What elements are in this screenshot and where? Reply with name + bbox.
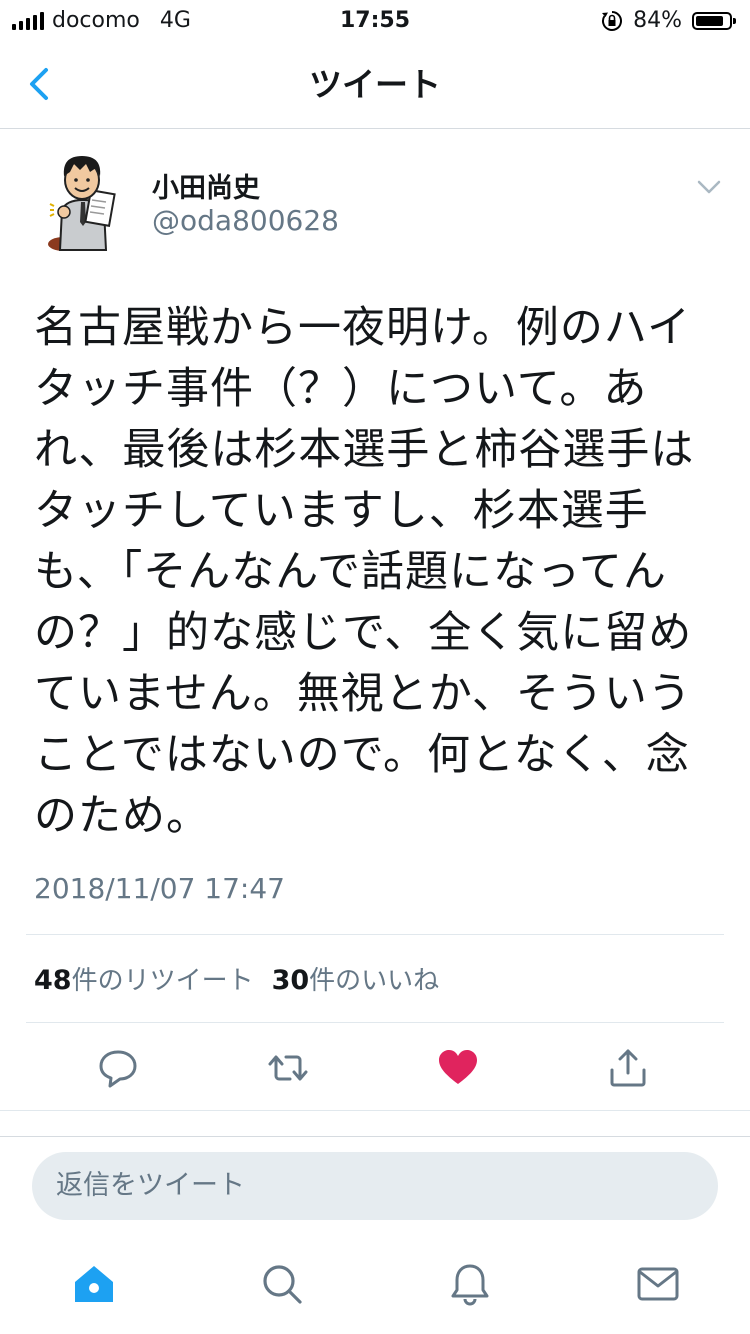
reply-input[interactable]: 返信をツイート [32, 1152, 718, 1220]
retweet-icon[interactable] [266, 1046, 310, 1090]
retweet-label: 件のリツイート [71, 966, 254, 996]
divider [0, 1110, 750, 1111]
status-bar: docomo 4G 17:55 84% [0, 0, 750, 42]
reply-bar-border [0, 1136, 750, 1137]
page-title: ツイート [309, 65, 441, 104]
share-icon[interactable] [606, 1046, 650, 1090]
search-icon[interactable] [260, 1262, 304, 1306]
battery-icon [692, 12, 736, 30]
status-right: 84% [601, 0, 736, 42]
divider [26, 1022, 724, 1023]
battery-fill [696, 16, 723, 26]
rotation-lock-icon [602, 11, 623, 31]
retweet-count: 48 [34, 965, 72, 996]
reply-icon[interactable] [96, 1046, 140, 1090]
navigation-bar: ツイート [0, 42, 750, 129]
author-name[interactable]: 小田尚史 [152, 166, 260, 205]
battery-nub [733, 18, 736, 24]
like-stat[interactable]: 30件のいいね [272, 960, 440, 997]
chevron-down-icon[interactable] [694, 174, 724, 200]
author-handle[interactable]: @oda800628 [152, 204, 339, 237]
tweet-detail-screen: docomo 4G 17:55 84% ツイート 小田尚史 @oda800628… [0, 0, 750, 1334]
notifications-icon[interactable] [448, 1262, 492, 1306]
like-icon[interactable] [436, 1046, 480, 1090]
messages-icon[interactable] [636, 1262, 680, 1306]
battery-percent: 84% [633, 8, 682, 33]
like-label: 件のいいね [309, 966, 440, 996]
divider [26, 934, 724, 935]
home-icon[interactable] [72, 1262, 116, 1306]
like-count: 30 [271, 965, 310, 996]
tweet-stats: 48件のリツイート 30件のいいね [34, 960, 439, 997]
retweet-stat[interactable]: 48件のリツイート [34, 960, 254, 997]
avatar[interactable] [40, 150, 126, 254]
tweet-timestamp: 2018/11/07 17:47 [34, 872, 285, 905]
tweet-text: 名古屋戦から一夜明け。例のハイ タッチ事件（？）について。あ れ、最後は杉本選手… [34, 303, 695, 841]
